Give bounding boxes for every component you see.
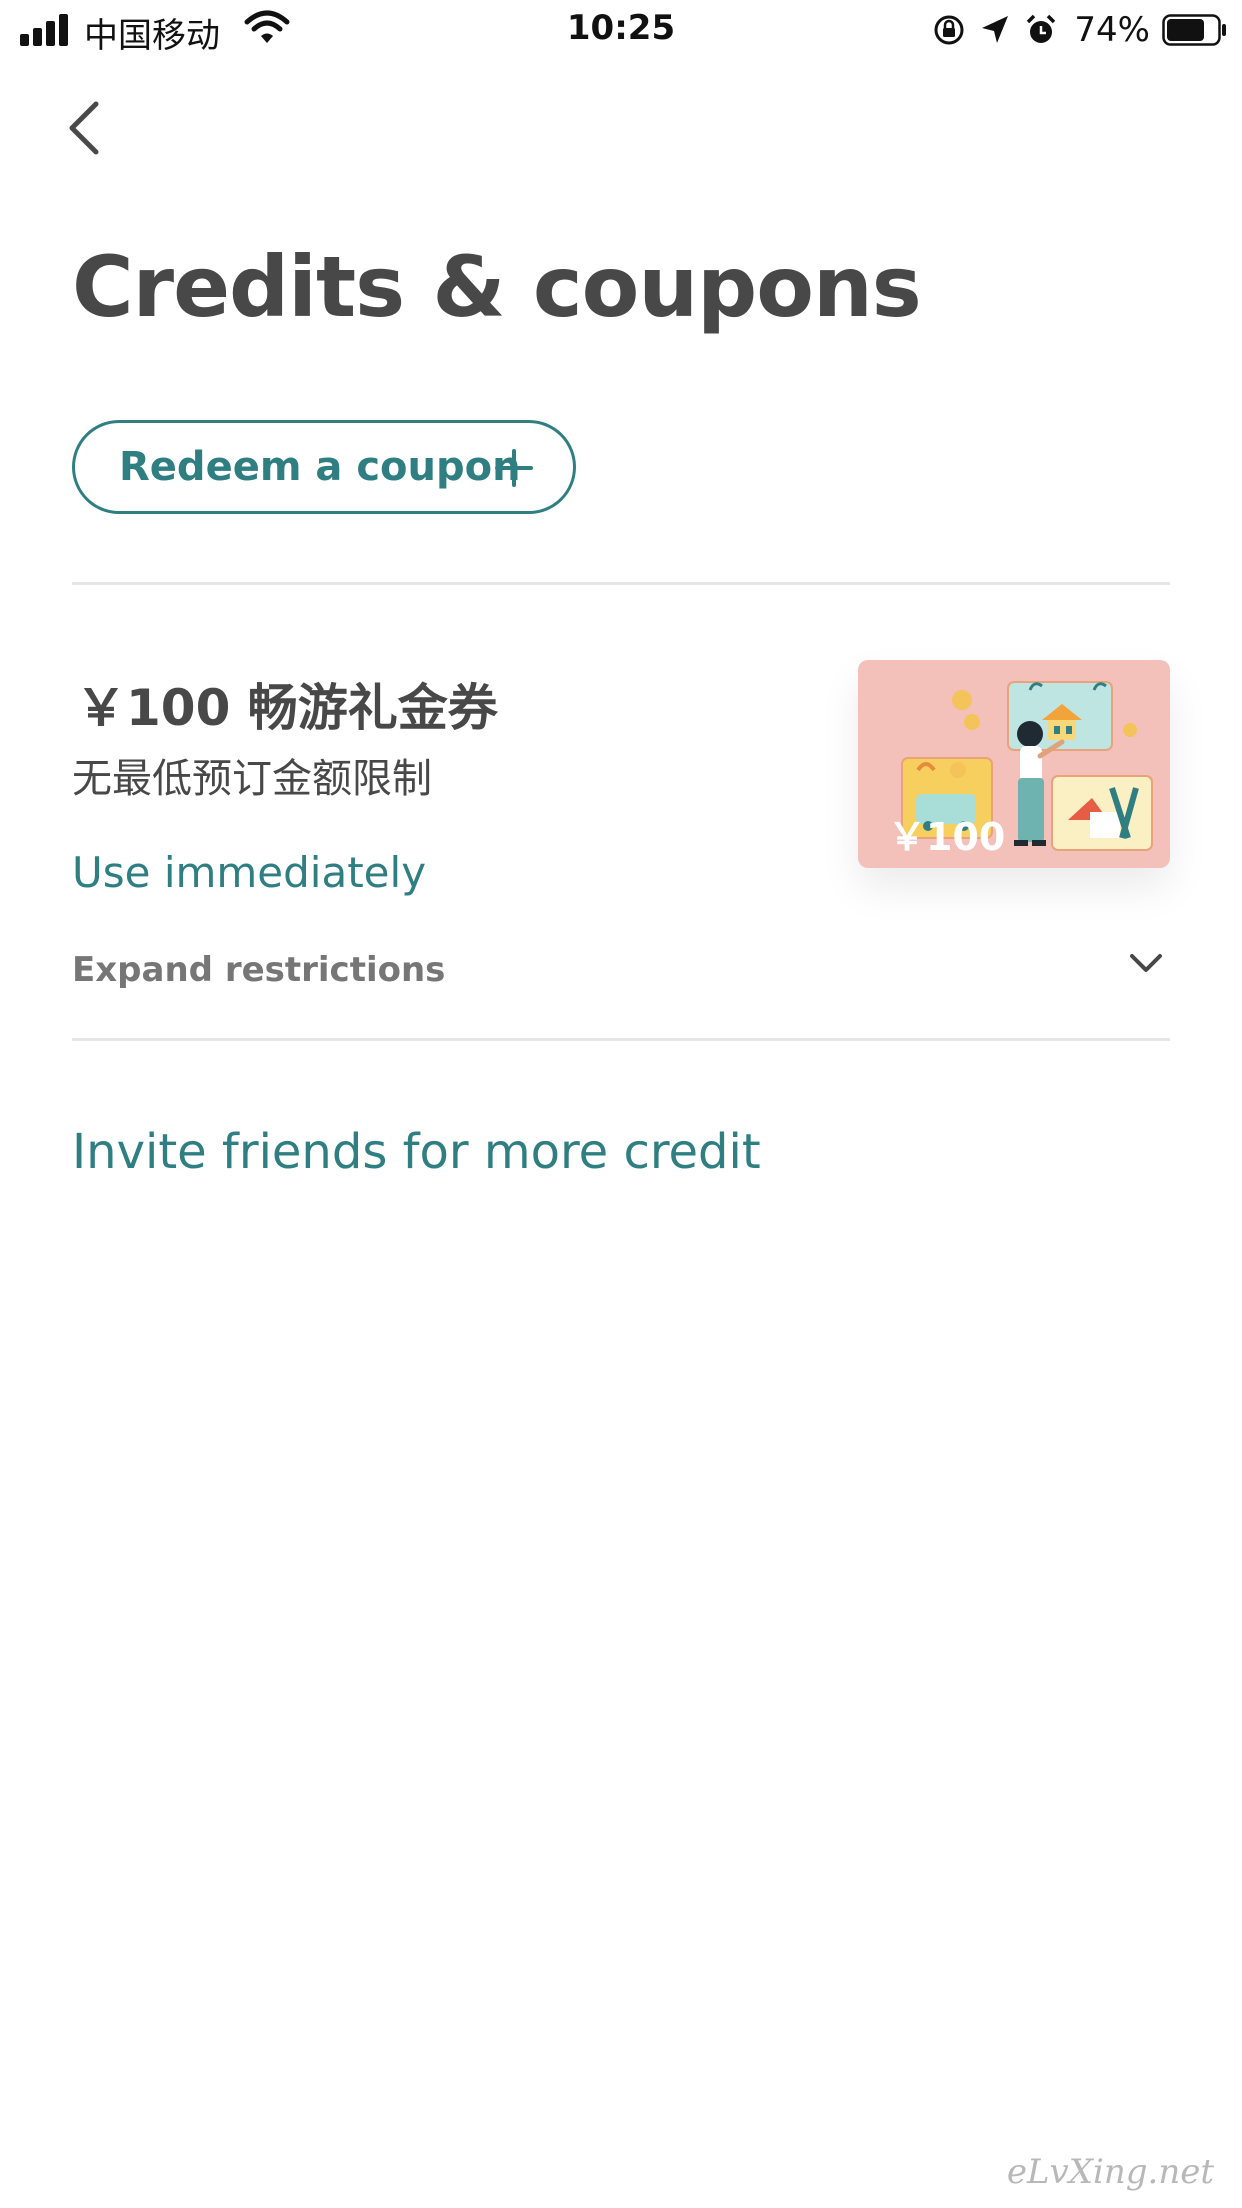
orientation-lock-icon [934,15,964,45]
status-right-group: 74% [932,10,1228,50]
plus-icon [495,449,533,487]
divider [72,582,1170,585]
credits-coupons-screen: 中国移动 10:25 74% Credits & coupons Redeem … [0,0,1242,2208]
redeem-coupon-button[interactable]: Redeem a coupon [72,420,576,514]
use-immediately-link[interactable]: Use immediately [72,848,426,897]
coupon-title: ￥100 畅游礼金券 [76,679,498,737]
invite-friends-link[interactable]: Invite friends for more credit [72,1124,761,1180]
chevron-down-icon [1130,954,1162,972]
status-bar: 中国移动 10:25 74% [0,0,1242,64]
coupon-subtitle: 无最低预订金额限制 [72,756,432,802]
alarm-icon [1027,14,1056,43]
expand-restrictions-label: Expand restrictions [72,950,446,990]
divider [72,1038,1170,1041]
page-title: Credits & coupons [72,238,922,336]
coupon-card-amount: ￥100 [888,815,1006,859]
watermark: eLvXing.net [1006,2152,1214,2192]
coupon-card-image: ￥100 [858,660,1170,868]
expand-restrictions-row[interactable]: Expand restrictions [72,944,1170,1004]
battery-icon [1162,14,1226,46]
location-arrow-icon [982,16,1009,43]
back-chevron-icon[interactable] [58,96,118,160]
redeem-coupon-label: Redeem a coupon [119,444,521,490]
battery-percent: 74% [1074,10,1150,50]
